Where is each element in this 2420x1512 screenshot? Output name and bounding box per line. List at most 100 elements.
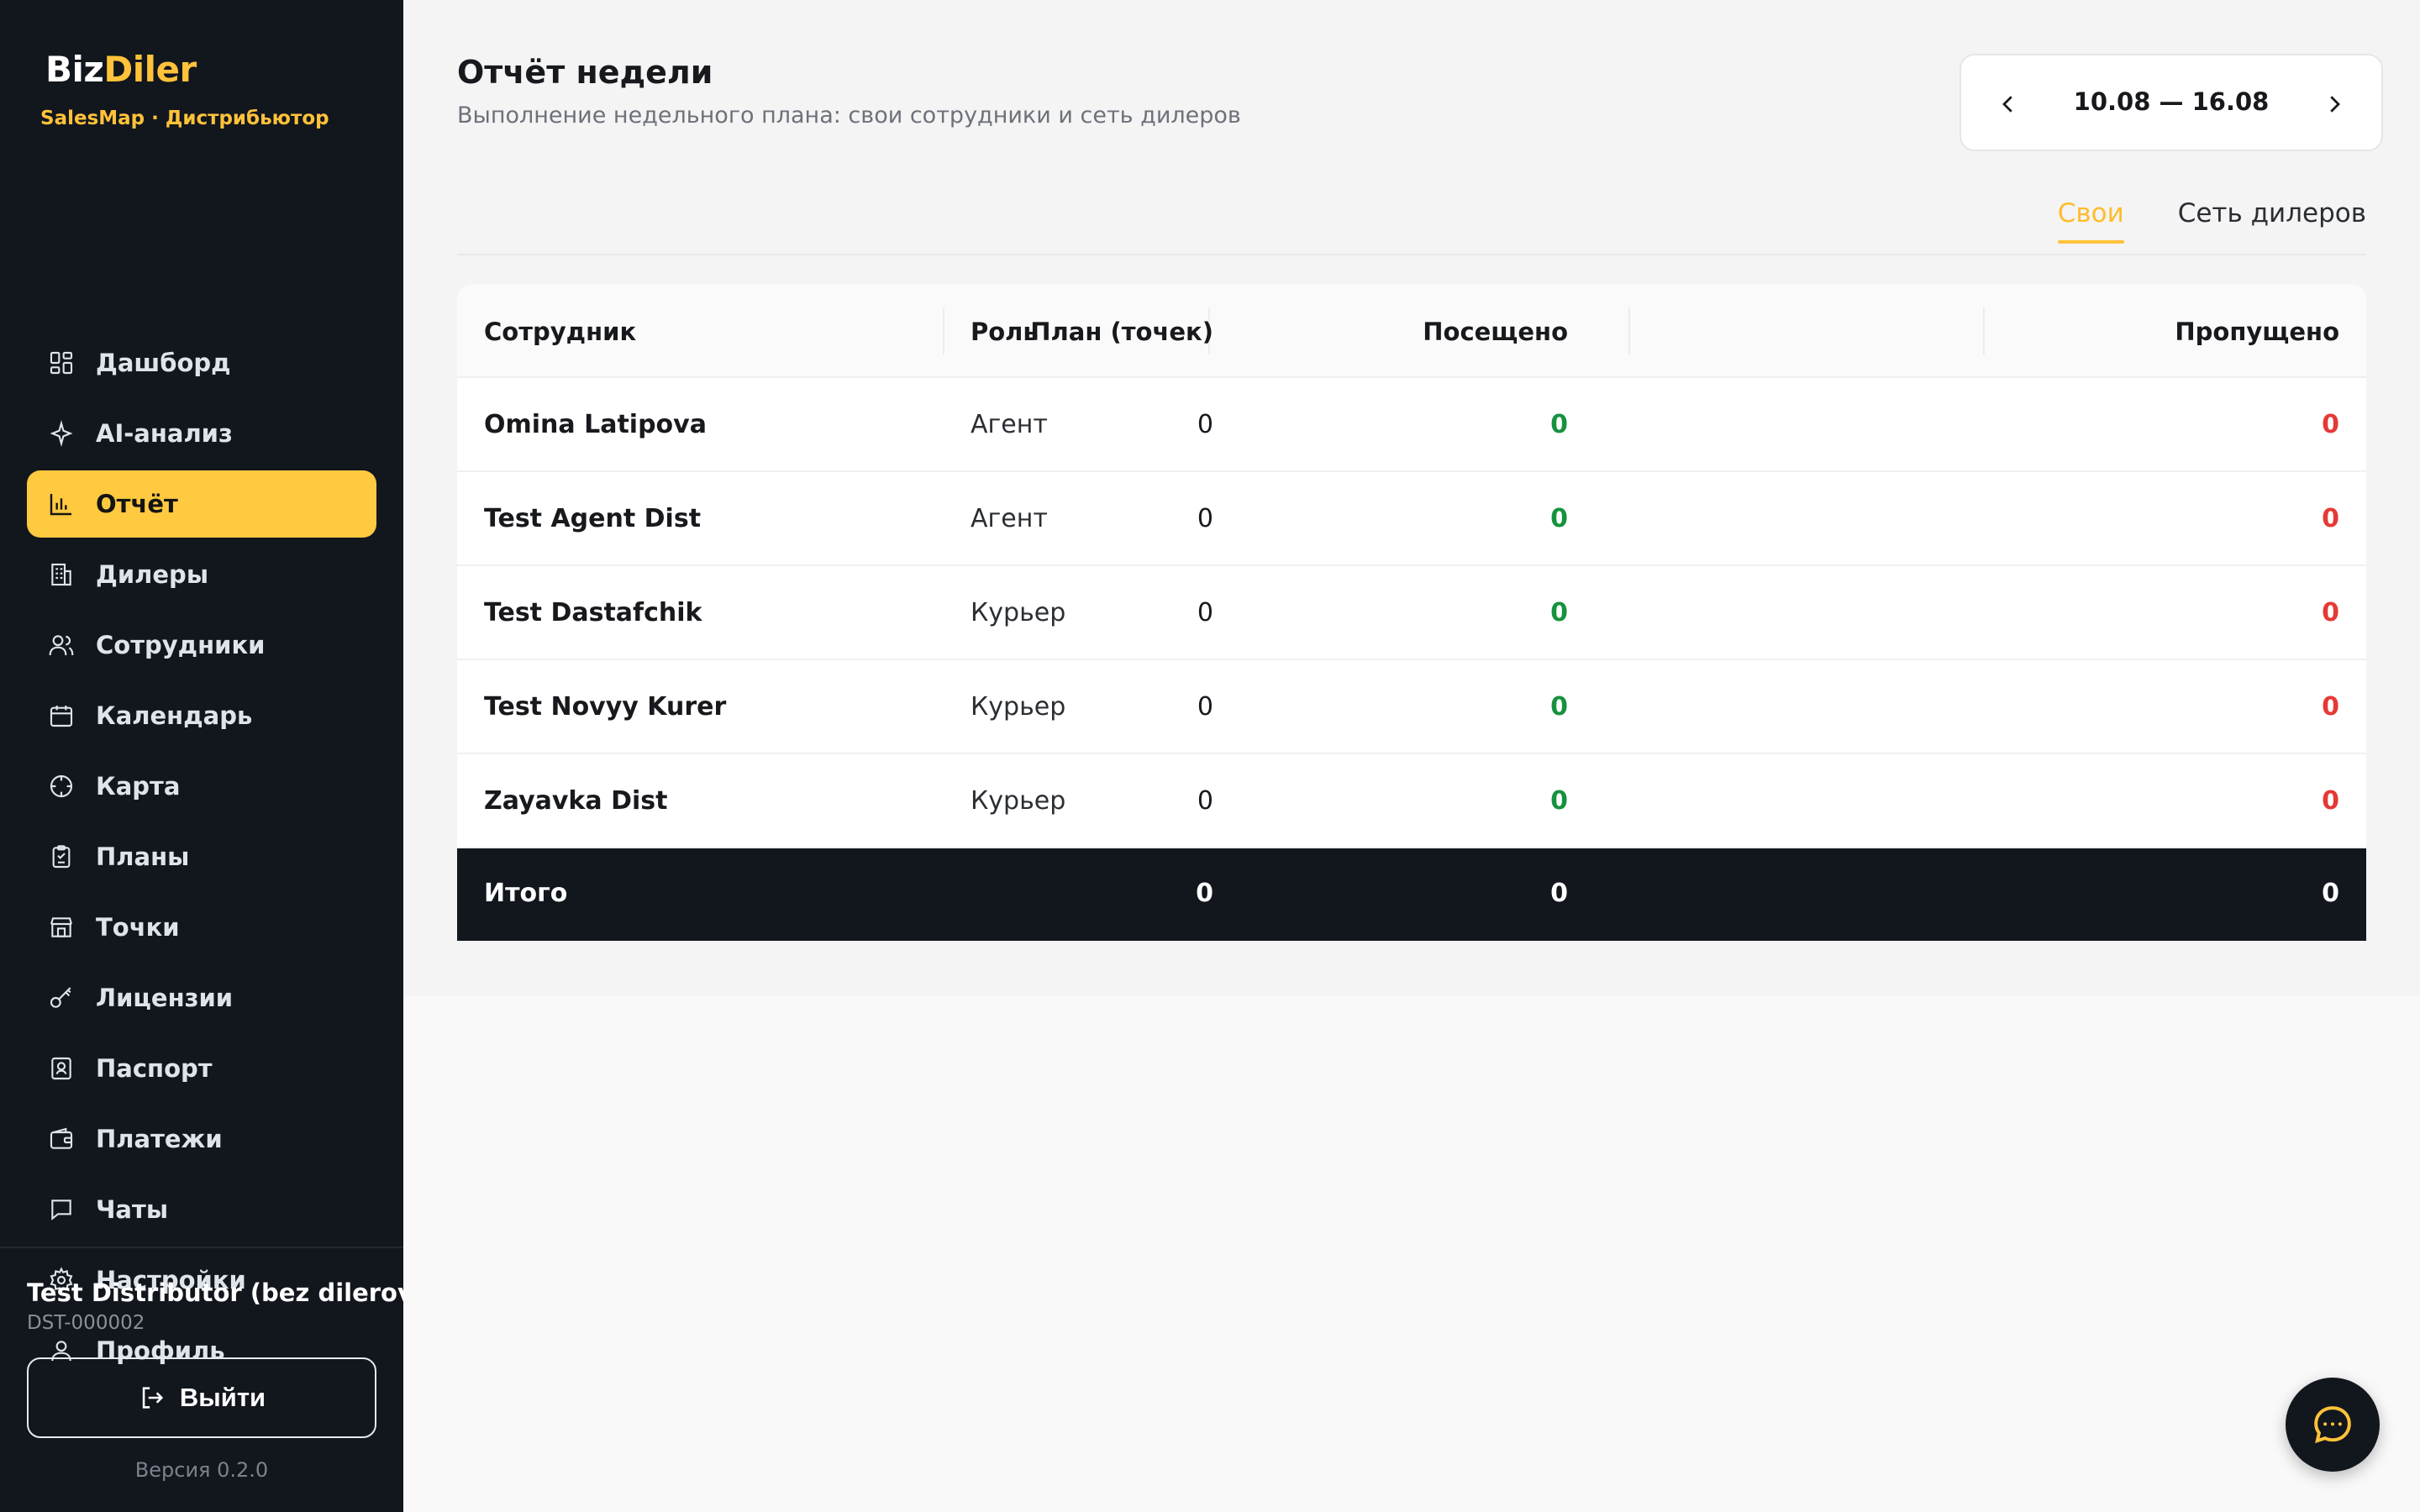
- next-week-button[interactable]: [2307, 77, 2361, 131]
- chevron-right-icon: [2330, 96, 2340, 113]
- sidebar-item-points[interactable]: Точки: [27, 894, 376, 961]
- sidebar-item-dealers[interactable]: Дилеры: [27, 541, 376, 608]
- table-row[interactable]: Test Agent Dist Агент 0 0 0: [457, 472, 2366, 566]
- plan-count: 0: [1197, 598, 1213, 627]
- tab-own[interactable]: Свои: [2057, 198, 2124, 244]
- column-separator: [943, 307, 944, 354]
- sidebar-item-label: Отчёт: [96, 490, 178, 518]
- sidebar-divider: [0, 1247, 403, 1248]
- sidebar-item-payments[interactable]: Платежи: [27, 1105, 376, 1173]
- column-header-role[interactable]: Роль: [971, 318, 1039, 346]
- building-icon: [47, 560, 76, 589]
- sidebar-item-dashboard[interactable]: Дашборд: [27, 329, 376, 396]
- employee-role: Агент: [971, 410, 1048, 439]
- total-label: Итого: [484, 879, 568, 908]
- sidebar-item-map[interactable]: Карта: [27, 753, 376, 820]
- brand-subtitle: SalesMap · Дистрибьютор: [40, 108, 329, 129]
- key-icon: [47, 984, 76, 1012]
- sidebar-item-employees[interactable]: Сотрудники: [27, 612, 376, 679]
- chat-bubble-icon: [2314, 1406, 2351, 1444]
- report-table: Сотрудник Роль План (точек) Посещено Про…: [457, 284, 2366, 941]
- brand-name-part2: Diler: [103, 49, 197, 90]
- sidebar-item-label: Карта: [96, 772, 181, 801]
- total-plan: 0: [1196, 879, 1213, 908]
- employee-role: Курьер: [971, 598, 1066, 627]
- visited-count: 0: [1550, 410, 1568, 439]
- sidebar-item-label: Планы: [96, 843, 190, 871]
- sidebar-item-ai-analysis[interactable]: AI-анализ: [27, 400, 376, 467]
- employee-role: Агент: [971, 504, 1048, 533]
- logout-icon: [142, 1387, 164, 1409]
- sidebar-item-calendar[interactable]: Календарь: [27, 682, 376, 749]
- table-row[interactable]: Omina Latipova Агент 0 0 0: [457, 378, 2366, 472]
- account-id: DST-000002: [27, 1312, 145, 1334]
- column-header-visited[interactable]: Посещено: [1423, 318, 1568, 346]
- sidebar-item-label: Чаты: [96, 1195, 169, 1224]
- dashboard-icon: [47, 349, 76, 377]
- visited-count: 0: [1550, 786, 1568, 816]
- main-content-empty-area: [403, 996, 2420, 1512]
- app-root: BizDiler SalesMap · Дистрибьютор Дашборд…: [0, 0, 2420, 1512]
- sidebar-item-label: Сотрудники: [96, 631, 266, 659]
- total-missed: 0: [2322, 879, 2339, 908]
- bar-chart-icon: [47, 490, 76, 518]
- id-card-icon: [47, 1054, 76, 1083]
- report-tabs: Свои Сеть дилеров: [2057, 198, 2366, 244]
- sidebar: BizDiler SalesMap · Дистрибьютор Дашборд…: [0, 0, 424, 1512]
- missed-count: 0: [2322, 410, 2339, 439]
- sidebar-item-report[interactable]: Отчёт: [27, 470, 376, 538]
- logout-label: Выйти: [179, 1383, 266, 1412]
- column-separator: [1628, 307, 1630, 354]
- sidebar-item-plans[interactable]: Планы: [27, 823, 376, 890]
- employee-name: Test Novyy Kurer: [484, 692, 727, 722]
- page-title: Отчёт недели: [457, 54, 713, 91]
- employee-name: Test Dastafchik: [484, 598, 702, 627]
- employee-name: Zayavka Dist: [484, 786, 668, 816]
- page-subtitle: Выполнение недельного плана: свои сотруд…: [457, 102, 1241, 129]
- column-header-missed[interactable]: Пропущено: [2175, 318, 2339, 346]
- tab-dealer-network[interactable]: Сеть дилеров: [2178, 198, 2366, 244]
- support-chat-button[interactable]: [2286, 1378, 2380, 1472]
- employee-name: Test Agent Dist: [484, 504, 702, 533]
- sidebar-item-chats[interactable]: Чаты: [27, 1176, 376, 1243]
- sparkle-icon: [47, 419, 76, 448]
- visited-count: 0: [1550, 692, 1568, 722]
- table-row[interactable]: Test Novyy Kurer Курьер 0 0 0: [457, 660, 2366, 754]
- clipboard-icon: [47, 843, 76, 871]
- sidebar-item-label: Паспорт: [96, 1054, 213, 1083]
- plan-count: 0: [1197, 692, 1213, 722]
- plan-count: 0: [1197, 504, 1213, 533]
- missed-count: 0: [2322, 692, 2339, 722]
- employee-role: Курьер: [971, 786, 1066, 816]
- brand: BizDiler SalesMap · Дистрибьютор: [40, 49, 329, 129]
- sidebar-item-licenses[interactable]: Лицензии: [27, 964, 376, 1032]
- sidebar-item-passport[interactable]: Паспорт: [27, 1035, 376, 1102]
- employee-role: Курьер: [971, 692, 1066, 722]
- app-version: Версия 0.2.0: [134, 1458, 269, 1482]
- logout-button[interactable]: Выйти: [27, 1357, 376, 1438]
- crosshair-icon: [47, 772, 76, 801]
- table-row[interactable]: Zayavka Dist Курьер 0 0 0: [457, 754, 2366, 848]
- missed-count: 0: [2322, 504, 2339, 533]
- brand-logo[interactable]: BizDiler: [45, 49, 197, 90]
- wallet-icon: [47, 1125, 76, 1153]
- sidebar-item-label: Дилеры: [96, 560, 209, 589]
- plan-count: 0: [1197, 786, 1213, 816]
- sidebar-item-label: AI-анализ: [96, 419, 233, 448]
- tabs-divider: [457, 254, 2366, 255]
- table-total-row: Итого 0 0 0: [457, 848, 2366, 941]
- sidebar-item-label: Календарь: [96, 701, 253, 730]
- table-header: Сотрудник Роль План (точек) Посещено Про…: [457, 284, 2366, 378]
- week-picker: 10.08 — 16.08: [1960, 54, 2383, 151]
- total-visited: 0: [1550, 879, 1568, 908]
- chat-icon: [47, 1195, 76, 1224]
- table-row[interactable]: Test Dastafchik Курьер 0 0 0: [457, 566, 2366, 660]
- plan-count: 0: [1197, 410, 1213, 439]
- column-header-plan[interactable]: План (точек): [1030, 318, 1213, 346]
- visited-count: 0: [1550, 504, 1568, 533]
- store-icon: [47, 913, 76, 942]
- sidebar-item-label: Точки: [96, 913, 180, 942]
- column-header-employee[interactable]: Сотрудник: [484, 318, 636, 346]
- column-separator: [1983, 307, 1985, 354]
- account-name: Test Distributor (bez dilerov): [27, 1278, 425, 1307]
